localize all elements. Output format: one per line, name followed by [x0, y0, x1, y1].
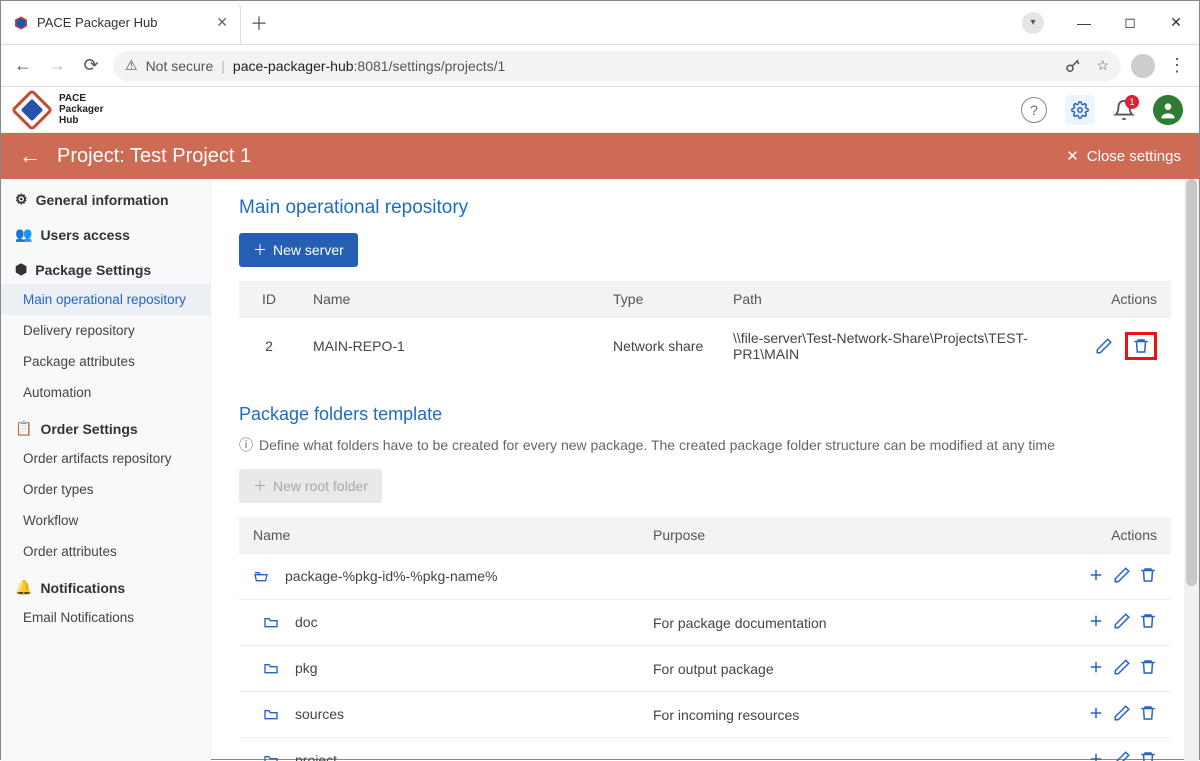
edit-icon[interactable]	[1113, 658, 1131, 676]
sidebar-general[interactable]: ⚙General information	[1, 179, 210, 214]
minimize-button[interactable]: —	[1061, 1, 1107, 44]
back-arrow-icon[interactable]: ←	[19, 143, 41, 169]
folders-hint: ⓘ Define what folders have to be created…	[239, 435, 1171, 455]
sidebar-item-delivery-repo[interactable]: Delivery repository	[1, 315, 210, 346]
sidebar: ⚙General information 👥Users access ⬢Pack…	[1, 179, 211, 761]
clipboard-icon: 📋	[15, 420, 32, 437]
col-name: Name	[299, 281, 599, 318]
app-logo-text: PACE Packager Hub	[59, 93, 103, 126]
delete-icon[interactable]	[1125, 332, 1157, 360]
sidebar-item-order-types[interactable]: Order types	[1, 474, 210, 505]
page-title: Project: Test Project 1	[57, 145, 251, 168]
col-path: Path	[719, 281, 1073, 318]
delete-icon[interactable]	[1139, 704, 1157, 722]
folder-row: docFor package documentation	[239, 600, 1171, 646]
nav-forward-icon: →	[45, 55, 69, 76]
edit-icon[interactable]	[1113, 750, 1131, 761]
col-id: ID	[239, 281, 299, 318]
app-logo-icon	[11, 88, 53, 130]
help-icon[interactable]: ?	[1021, 97, 1047, 123]
sidebar-order-settings[interactable]: 📋Order Settings	[1, 408, 210, 443]
tab-close-icon[interactable]: ✕	[216, 14, 228, 31]
new-server-button[interactable]: ＋ New server	[239, 233, 358, 267]
account-dropdown-icon[interactable]: ▾	[1022, 12, 1044, 34]
folder-icon	[263, 707, 279, 721]
browser-menu-icon[interactable]: ⋮	[1165, 55, 1189, 76]
folder-row: sourcesFor incoming resources	[239, 692, 1171, 738]
content-scrollbar[interactable]	[1184, 179, 1199, 761]
sidebar-item-order-artifacts[interactable]: Order artifacts repository	[1, 443, 210, 474]
new-tab-button[interactable]: ＋	[241, 1, 277, 44]
maximize-button[interactable]: ◻	[1107, 1, 1153, 44]
info-icon: ⓘ	[239, 435, 253, 455]
sidebar-item-automation[interactable]: Automation	[1, 377, 210, 408]
notifications-icon[interactable]: 1	[1113, 99, 1135, 121]
plus-icon: ＋	[253, 476, 267, 496]
sidebar-item-package-attrs[interactable]: Package attributes	[1, 346, 210, 377]
servers-table: ID Name Type Path Actions 2 MAIN-REPO-1 …	[239, 281, 1171, 374]
add-icon[interactable]	[1087, 658, 1105, 676]
add-icon[interactable]	[1087, 704, 1105, 722]
fcol-actions: Actions	[1061, 517, 1171, 554]
url-path: :8081/settings/projects/1	[354, 58, 506, 74]
star-icon[interactable]: ☆	[1096, 57, 1109, 74]
edit-icon[interactable]	[1113, 704, 1131, 722]
add-icon[interactable]	[1087, 612, 1105, 630]
reload-icon[interactable]: ⟳	[79, 55, 103, 76]
section-title-main-repo: Main operational repository	[239, 197, 1171, 219]
cube-icon	[13, 15, 29, 31]
close-settings-button[interactable]: ✕ Close settings	[1066, 147, 1181, 165]
plus-icon: ＋	[253, 240, 267, 260]
tab-title: PACE Packager Hub	[37, 15, 157, 30]
nav-back-icon[interactable]: ←	[11, 55, 35, 76]
fcol-purpose: Purpose	[639, 517, 1061, 554]
folder-row: package-%pkg-id%-%pkg-name%	[239, 554, 1171, 600]
open-folder-icon	[253, 569, 269, 583]
sidebar-package-settings[interactable]: ⬢Package Settings	[1, 249, 210, 284]
server-row: 2 MAIN-REPO-1 Network share \\file-serve…	[239, 318, 1171, 375]
notification-badge: 1	[1125, 95, 1139, 109]
fcol-name: Name	[239, 517, 639, 554]
col-type: Type	[599, 281, 719, 318]
sidebar-item-main-repo[interactable]: Main operational repository	[1, 284, 210, 315]
delete-icon[interactable]	[1139, 612, 1157, 630]
edit-icon[interactable]	[1113, 566, 1131, 584]
address-bar[interactable]: ⚠ Not secure | pace-packager-hub:8081/se…	[113, 51, 1121, 81]
user-avatar[interactable]	[1153, 95, 1183, 125]
not-secure-label: Not secure	[146, 58, 214, 74]
folders-table: Name Purpose Actions package-%pkg-id%-%p…	[239, 517, 1171, 761]
gear-outline-icon: ⚙	[15, 191, 28, 208]
sidebar-notifications[interactable]: 🔔Notifications	[1, 567, 210, 602]
add-icon[interactable]	[1087, 566, 1105, 584]
col-actions: Actions	[1073, 281, 1171, 318]
sidebar-item-workflow[interactable]: Workflow	[1, 505, 210, 536]
profile-icon[interactable]	[1131, 54, 1155, 78]
delete-icon[interactable]	[1139, 658, 1157, 676]
folder-icon	[263, 615, 279, 629]
key-icon[interactable]	[1064, 57, 1082, 75]
edit-icon[interactable]	[1095, 337, 1113, 355]
section-title-folders: Package folders template	[239, 404, 1171, 425]
sidebar-item-order-attrs[interactable]: Order attributes	[1, 536, 210, 567]
settings-icon[interactable]	[1065, 95, 1095, 125]
close-icon: ✕	[1066, 147, 1079, 165]
users-icon: 👥	[15, 226, 32, 243]
not-secure-icon: ⚠	[125, 57, 138, 74]
folder-row: project	[239, 738, 1171, 761]
new-root-folder-button: ＋ New root folder	[239, 469, 382, 503]
folder-row: pkgFor output package	[239, 646, 1171, 692]
url-host: pace-packager-hub	[233, 58, 354, 74]
folder-icon	[263, 661, 279, 675]
bell-outline-icon: 🔔	[15, 579, 32, 596]
close-window-button[interactable]: ✕	[1153, 1, 1199, 44]
sidebar-users[interactable]: 👥Users access	[1, 214, 210, 249]
delete-icon[interactable]	[1139, 750, 1157, 761]
delete-icon[interactable]	[1139, 566, 1157, 584]
sidebar-item-email-notif[interactable]: Email Notifications	[1, 602, 210, 633]
browser-tab[interactable]: PACE Packager Hub ✕	[1, 1, 241, 44]
add-icon[interactable]	[1087, 750, 1105, 761]
edit-icon[interactable]	[1113, 612, 1131, 630]
package-icon: ⬢	[15, 261, 27, 278]
